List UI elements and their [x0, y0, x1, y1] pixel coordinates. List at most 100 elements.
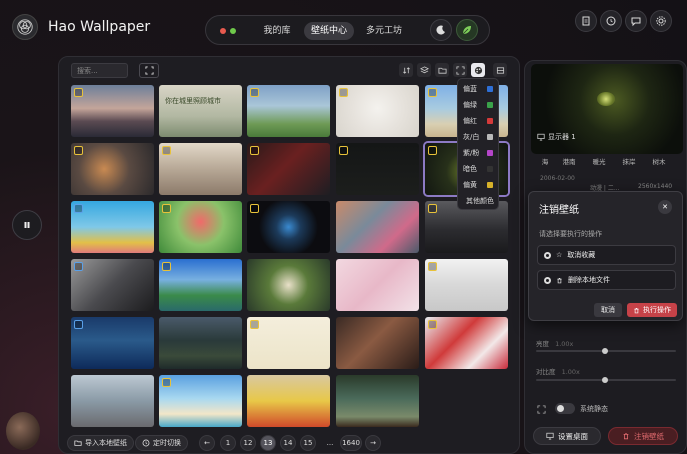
color-filter-item[interactable]: 偏绿	[463, 100, 477, 110]
wallpaper-thumbnail[interactable]: 你在城里照顾城市	[159, 85, 242, 137]
wallpaper-thumbnail[interactable]	[159, 259, 242, 311]
page-15[interactable]: 15	[300, 435, 316, 451]
wallpaper-thumbnail[interactable]	[247, 201, 330, 253]
wallpaper-thumbnail[interactable]	[159, 375, 242, 427]
wallpaper-thumbnail[interactable]	[336, 201, 419, 253]
option-unfavorite[interactable]: ☆ 取消收藏	[537, 245, 676, 265]
avatar[interactable]	[6, 412, 40, 450]
dialog-subtitle: 请选择要执行的操作	[539, 230, 602, 238]
page-1[interactable]: 1	[220, 435, 236, 451]
wallpaper-thumbnail[interactable]	[336, 85, 419, 137]
palette-icon	[474, 66, 482, 74]
document-button[interactable]	[575, 10, 597, 32]
color-filter-item[interactable]: 偏红	[463, 116, 477, 126]
wallpaper-type-icon	[250, 204, 259, 213]
tag-chip[interactable]: 树木	[648, 156, 670, 168]
page-13[interactable]: 13	[260, 435, 276, 451]
color-filter-item[interactable]: 偏蓝	[463, 84, 477, 94]
color-filter-item[interactable]: 偏黄	[463, 180, 477, 190]
trash-icon	[623, 433, 629, 440]
wallpaper-thumbnail[interactable]	[336, 143, 419, 195]
monitor-selector[interactable]: 显示器 1	[537, 132, 576, 142]
tab-my-library[interactable]: 我的库	[254, 22, 300, 40]
color-filter-item[interactable]: 灰/白	[463, 132, 479, 142]
theme-toggle-button[interactable]	[430, 19, 452, 41]
monitor-label: 显示器 1	[548, 133, 576, 141]
radio-icon	[544, 276, 551, 284]
wallpaper-thumbnail[interactable]	[71, 143, 154, 195]
wallpaper-thumbnail[interactable]	[71, 201, 154, 253]
expand-button[interactable]	[534, 402, 548, 416]
pause-button[interactable]	[12, 210, 42, 240]
wallpaper-type-icon	[74, 88, 83, 97]
tag-chip[interactable]: 港南	[558, 156, 580, 168]
option-delete-local[interactable]: 删除本地文件	[537, 270, 676, 290]
fullscreen-button[interactable]	[453, 63, 467, 77]
wallpaper-thumbnail[interactable]	[159, 317, 242, 369]
wallpaper-thumbnail[interactable]	[336, 259, 419, 311]
cancel-button[interactable]: 取消	[594, 303, 622, 317]
tab-workshop[interactable]: 多元工坊	[358, 22, 410, 40]
import-local-button[interactable]: 导入本地壁纸	[67, 435, 134, 451]
sort-button[interactable]	[399, 63, 413, 77]
wallpaper-thumbnail[interactable]	[336, 317, 419, 369]
brightness-slider-thumb[interactable]	[602, 348, 608, 354]
contrast-slider-thumb[interactable]	[602, 377, 608, 383]
folder-button[interactable]	[435, 63, 449, 77]
color-filter-item[interactable]: 其他颜色	[466, 196, 494, 206]
page-14[interactable]: 14	[280, 435, 296, 451]
unset-wallpaper-button[interactable]: 注销壁纸	[608, 427, 678, 445]
wallpaper-thumbnail[interactable]	[159, 201, 242, 253]
layers-button[interactable]	[417, 63, 431, 77]
tab-wallpaper-center[interactable]: 壁纸中心	[304, 22, 354, 40]
tag-chip[interactable]: 抹岸	[618, 156, 640, 168]
close-button[interactable]: ✕	[658, 200, 672, 214]
wallpaper-type-icon	[74, 320, 83, 329]
unset-wallpaper-label: 注销壁纸	[634, 431, 664, 441]
timer-switch-button[interactable]: 定时切换	[135, 435, 188, 451]
color-filter-item[interactable]: 暗色	[463, 164, 477, 174]
wallpaper-thumbnail[interactable]	[425, 259, 508, 311]
trash-icon	[557, 277, 562, 283]
color-filter-item[interactable]: 紫/粉	[463, 148, 479, 158]
wallpaper-thumbnail[interactable]	[71, 375, 154, 427]
execute-button[interactable]: 执行操作	[627, 303, 677, 317]
next-page-button[interactable]: →	[365, 435, 381, 451]
page-12[interactable]: 12	[240, 435, 256, 451]
wallpaper-thumbnail[interactable]	[71, 259, 154, 311]
page-1640[interactable]: 1640	[340, 435, 362, 451]
wallpaper-thumbnail[interactable]	[71, 317, 154, 369]
chat-button[interactable]	[625, 10, 647, 32]
system-static-toggle[interactable]	[555, 403, 575, 414]
timer-switch-label: 定时切换	[153, 439, 181, 447]
grid-view-button[interactable]	[493, 63, 507, 77]
prev-page-button[interactable]: ←	[199, 435, 215, 451]
wallpaper-thumbnail[interactable]	[71, 85, 154, 137]
expand-icon	[455, 65, 465, 75]
dialog-title: 注销壁纸	[539, 205, 579, 216]
tag-chip[interactable]: 暖光	[588, 156, 610, 168]
brightness-slider[interactable]	[536, 348, 676, 354]
set-desktop-button[interactable]: 设置桌面	[533, 427, 601, 445]
wallpaper-thumbnail[interactable]	[159, 143, 242, 195]
status-dot-red	[220, 28, 226, 34]
history-button[interactable]	[600, 10, 622, 32]
wallpaper-thumbnail[interactable]	[247, 143, 330, 195]
wallpaper-type-icon	[250, 88, 259, 97]
wallpaper-thumbnail[interactable]	[336, 375, 419, 427]
contrast-slider[interactable]	[536, 377, 676, 383]
wallpaper-thumbnail[interactable]	[247, 375, 330, 427]
scan-button[interactable]	[139, 63, 159, 78]
color-swatch	[487, 86, 493, 92]
search-input[interactable]: 搜索...	[71, 63, 128, 78]
wallpaper-thumbnail[interactable]	[247, 317, 330, 369]
tag-chip[interactable]: 海	[536, 156, 554, 168]
settings-button[interactable]	[650, 10, 672, 32]
wallpaper-thumbnail[interactable]	[425, 317, 508, 369]
eco-mode-button[interactable]	[456, 19, 478, 41]
wallpaper-thumbnail[interactable]	[247, 85, 330, 137]
wallpaper-thumbnail[interactable]	[247, 259, 330, 311]
leaf-icon	[462, 26, 471, 35]
radio-icon	[544, 251, 551, 259]
color-filter-button[interactable]	[471, 63, 485, 77]
